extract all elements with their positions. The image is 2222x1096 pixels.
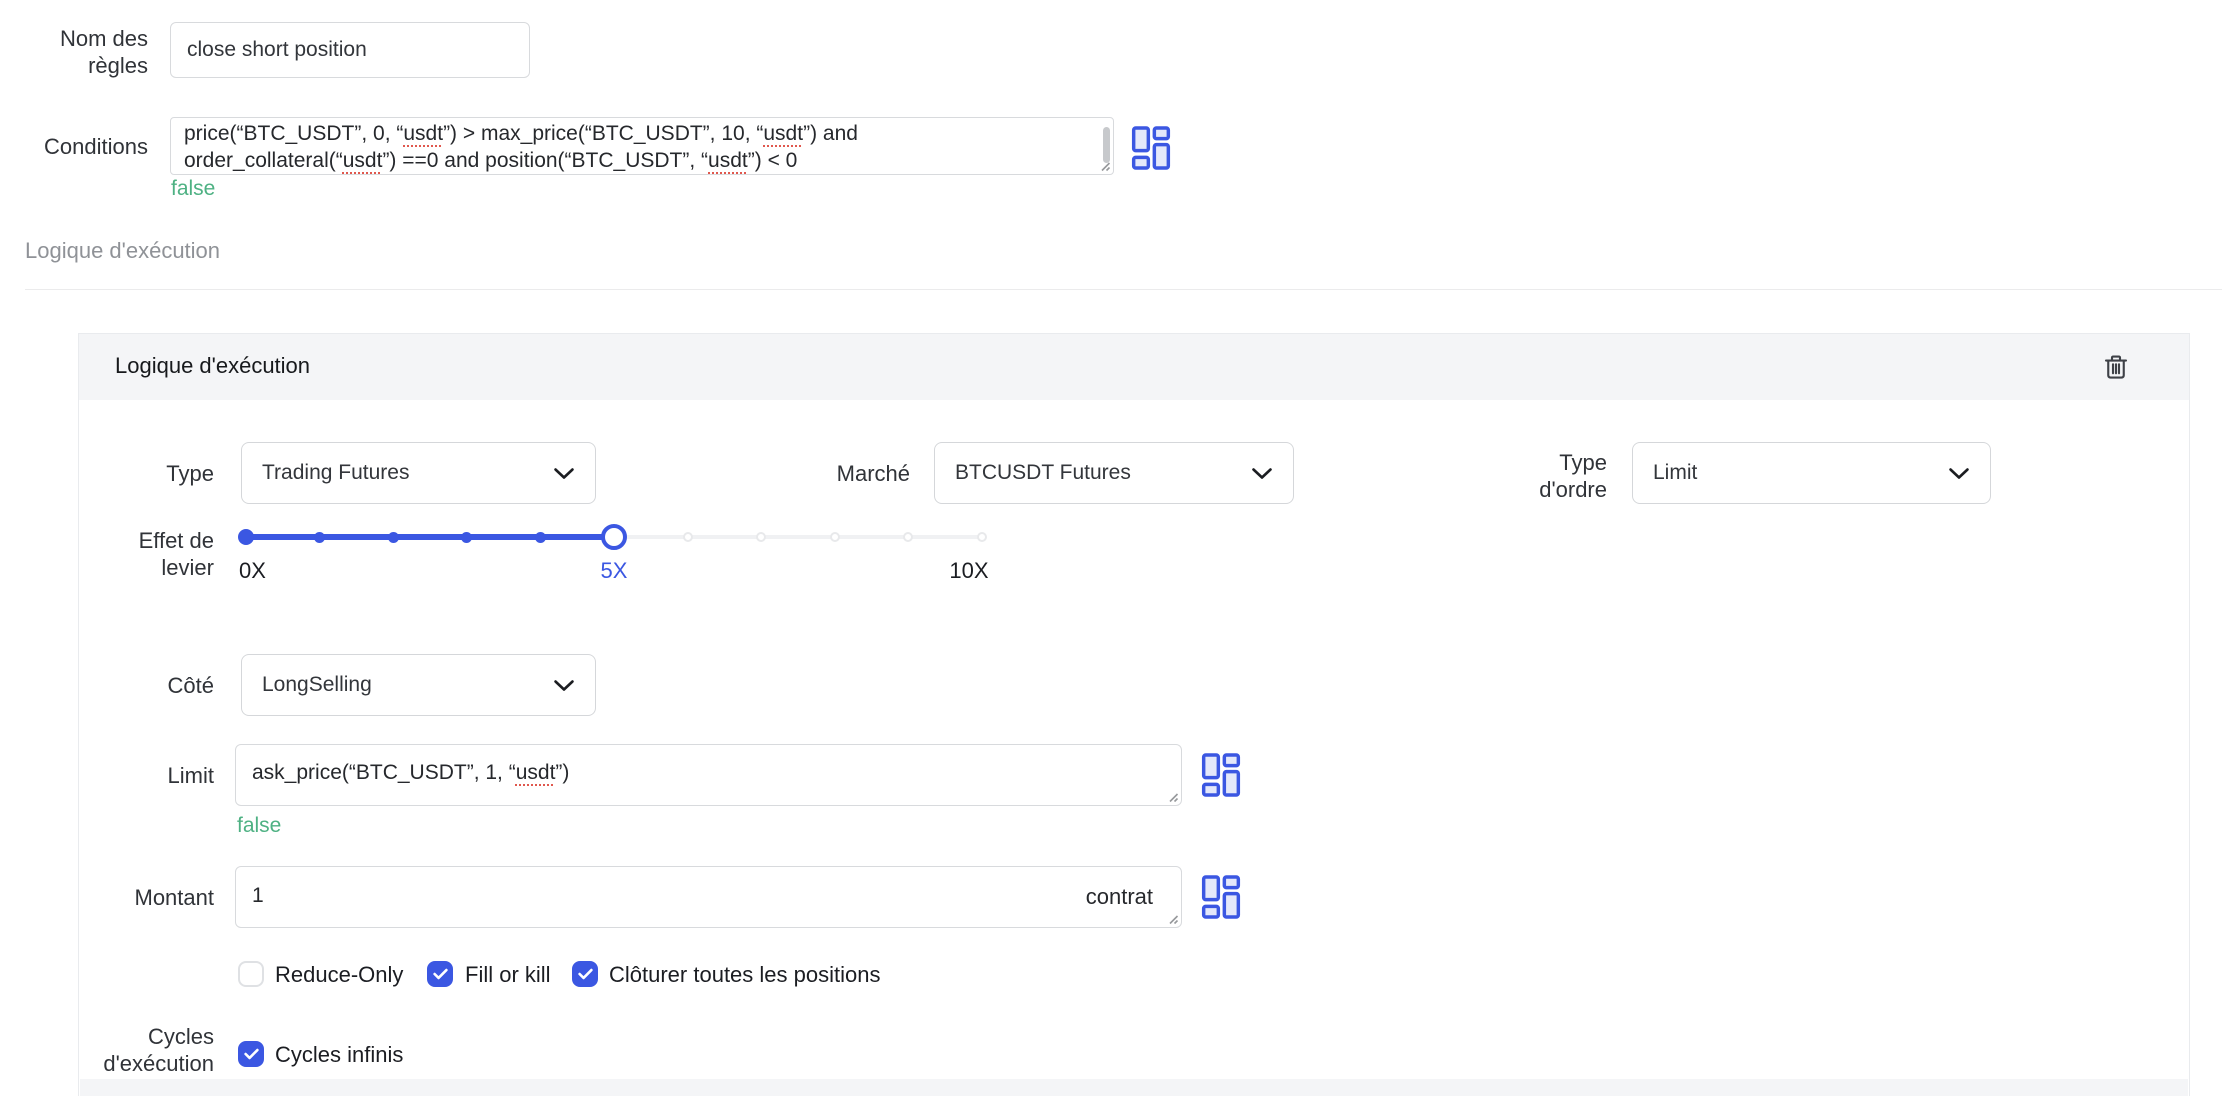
- code-segment: order_collateral(“: [184, 149, 343, 172]
- side-select[interactable]: LongSelling: [241, 654, 596, 716]
- fill-or-kill-label: Fill or kill: [465, 962, 551, 987]
- infinite-cycles-label: Cycles infinis: [275, 1042, 404, 1067]
- slider-step-dot: [314, 532, 326, 543]
- misspelled-token: usdt: [763, 122, 804, 145]
- market-label: Marché: [836, 461, 910, 486]
- infinite-cycles-checkbox[interactable]: [238, 1041, 264, 1067]
- cycles-label: Cycles d'exécution: [103, 1024, 214, 1076]
- side-label: Côté: [167, 673, 214, 698]
- code-segment: ”) > max_price(“BTC_USDT”, 10, “: [443, 122, 764, 145]
- resize-handle-icon[interactable]: [1164, 788, 1179, 803]
- code-segment: ”): [555, 761, 570, 784]
- fill-or-kill-checkbox[interactable]: [427, 961, 453, 987]
- order-type-select[interactable]: Limit: [1632, 442, 1991, 504]
- conditions-result: false: [171, 177, 216, 200]
- code-segment: price(“BTC_USDT”, 0, “: [184, 122, 404, 145]
- code-segment: ”) ==0 and position(“BTC_USDT”, “: [382, 149, 709, 172]
- conditions-line-2: order_collateral(“usdt”) ==0 and positio…: [184, 147, 1100, 174]
- section-divider: [25, 289, 2222, 290]
- leverage-slider[interactable]: [238, 524, 987, 554]
- rule-name-input[interactable]: [170, 22, 530, 78]
- slider-fill: [246, 534, 614, 540]
- leverage-max-tick: 10X: [949, 558, 989, 583]
- slider-handle[interactable]: [601, 524, 627, 550]
- expression-builder-icon[interactable]: [1131, 125, 1171, 171]
- close-all-positions-checkbox[interactable]: [572, 961, 598, 987]
- close-all-positions-label: Clôturer toutes les positions: [609, 962, 881, 987]
- side-select-value: LongSelling: [262, 673, 372, 696]
- card-title: Logique d'exécution: [115, 353, 311, 378]
- expression-builder-icon[interactable]: [1201, 752, 1241, 798]
- conditions-label: Conditions: [44, 134, 148, 159]
- rule-name-label: Nom des règles: [59, 26, 148, 78]
- amount-input[interactable]: 1 contrat: [235, 866, 1182, 928]
- slider-step-dot: [756, 532, 767, 542]
- amount-suffix: contrat: [1085, 884, 1153, 909]
- leverage-label: Effet de levier: [138, 528, 214, 580]
- type-label: Type: [166, 461, 214, 486]
- slider-step-dot: [461, 532, 473, 543]
- leverage-current-tick: 5X: [600, 558, 628, 583]
- chevron-down-icon: [554, 467, 574, 479]
- section-heading: Logique d'exécution: [25, 238, 221, 263]
- slider-step-dot: [903, 532, 914, 542]
- order-type-select-value: Limit: [1653, 461, 1698, 484]
- code-segment: ask_price(“BTC_USDT”, 1, “: [252, 761, 516, 784]
- limit-result: false: [237, 814, 282, 837]
- resize-handle-icon[interactable]: [1164, 910, 1179, 925]
- code-segment: ”) and: [803, 122, 858, 145]
- type-select-value: Trading Futures: [262, 461, 410, 484]
- slider-step-dot: [387, 532, 399, 543]
- execution-logic-card: Logique d'exécution Type Trading Futures…: [78, 333, 2190, 1096]
- misspelled-token: usdt: [708, 149, 748, 172]
- limit-input[interactable]: ask_price(“BTC_USDT”, 1, “usdt”): [235, 744, 1182, 806]
- code-segment: ”) < 0: [747, 149, 798, 172]
- slider-step-dot: [977, 532, 987, 542]
- limit-label: Limit: [167, 763, 214, 788]
- expression-builder-icon[interactable]: [1201, 874, 1241, 920]
- amount-value: 1: [252, 884, 264, 907]
- chevron-down-icon: [1252, 467, 1272, 479]
- next-section-header: [80, 1079, 2188, 1096]
- card-header: Logique d'exécution: [79, 334, 2189, 400]
- leverage-min-tick: 0X: [239, 558, 266, 583]
- slider-step-dot: [682, 532, 693, 542]
- resize-handle-icon[interactable]: [1096, 157, 1111, 172]
- slider-step-dot: [534, 532, 546, 543]
- reduce-only-checkbox[interactable]: [238, 961, 264, 987]
- misspelled-token: usdt: [403, 122, 444, 145]
- conditions-input[interactable]: price(“BTC_USDT”, 0, “usdt”) > max_price…: [170, 117, 1114, 175]
- misspelled-token: usdt: [515, 761, 556, 784]
- chevron-down-icon: [554, 679, 574, 691]
- trash-icon[interactable]: [2101, 352, 2131, 382]
- chevron-down-icon: [1949, 467, 1969, 479]
- market-select-value: BTCUSDT Futures: [955, 461, 1131, 484]
- slider-step-dot: [238, 529, 254, 545]
- rule-editor-page: Nom des règles Conditions price(“BTC_USD…: [0, 0, 2222, 1096]
- order-type-label: Type d'ordre: [1539, 450, 1607, 502]
- reduce-only-label: Reduce-Only: [275, 962, 404, 987]
- market-select[interactable]: BTCUSDT Futures: [934, 442, 1294, 504]
- amount-label: Montant: [134, 885, 215, 910]
- slider-step-dot: [829, 532, 840, 542]
- misspelled-token: usdt: [342, 149, 383, 172]
- conditions-line-1: price(“BTC_USDT”, 0, “usdt”) > max_price…: [184, 120, 1100, 147]
- type-select[interactable]: Trading Futures: [241, 442, 596, 504]
